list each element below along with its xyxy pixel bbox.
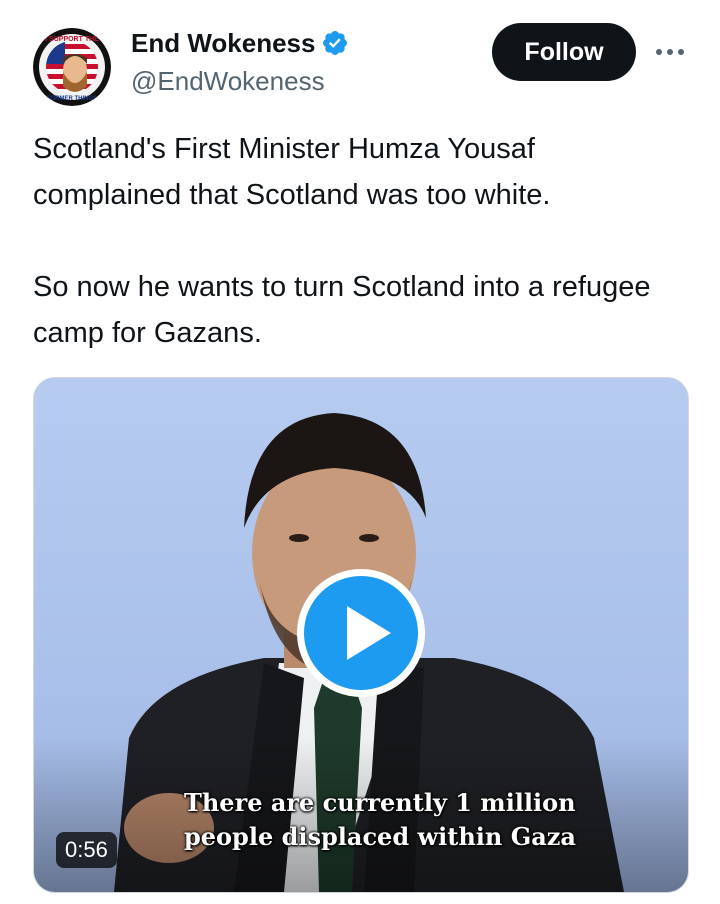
video-player[interactable]: There are currently 1 million people dis… bbox=[33, 377, 689, 893]
caption-line: people displaced within Gaza bbox=[184, 822, 576, 851]
avatar-image: I SUPPORT THE FORMER THINGS bbox=[33, 28, 111, 106]
more-options-button[interactable] bbox=[650, 36, 690, 68]
tweet-paragraph: Scotland's First Minister Humza Yousaf c… bbox=[33, 133, 551, 211]
more-horizontal-icon bbox=[656, 49, 684, 55]
display-name[interactable]: End Wokeness bbox=[131, 26, 349, 60]
verified-badge-icon bbox=[321, 29, 349, 57]
handle[interactable]: @EndWokeness bbox=[131, 64, 325, 98]
play-icon bbox=[297, 569, 425, 697]
display-name-text: End Wokeness bbox=[131, 28, 316, 58]
follow-button[interactable]: Follow bbox=[492, 23, 636, 81]
play-button[interactable] bbox=[296, 568, 426, 698]
tweet-paragraph: So now he wants to turn Scotland into a … bbox=[33, 271, 651, 349]
avatar-ring-text: I SUPPORT THE bbox=[45, 36, 99, 43]
video-caption: There are currently 1 million people dis… bbox=[184, 786, 576, 854]
caption-line: There are currently 1 million bbox=[184, 788, 576, 817]
avatar-bottom-text: FORMER THINGS bbox=[47, 96, 97, 102]
video-duration-badge: 0:56 bbox=[56, 832, 117, 868]
tweet-text: Scotland's First Minister Humza Yousaf c… bbox=[33, 126, 683, 356]
avatar[interactable]: I SUPPORT THE FORMER THINGS bbox=[33, 28, 111, 106]
